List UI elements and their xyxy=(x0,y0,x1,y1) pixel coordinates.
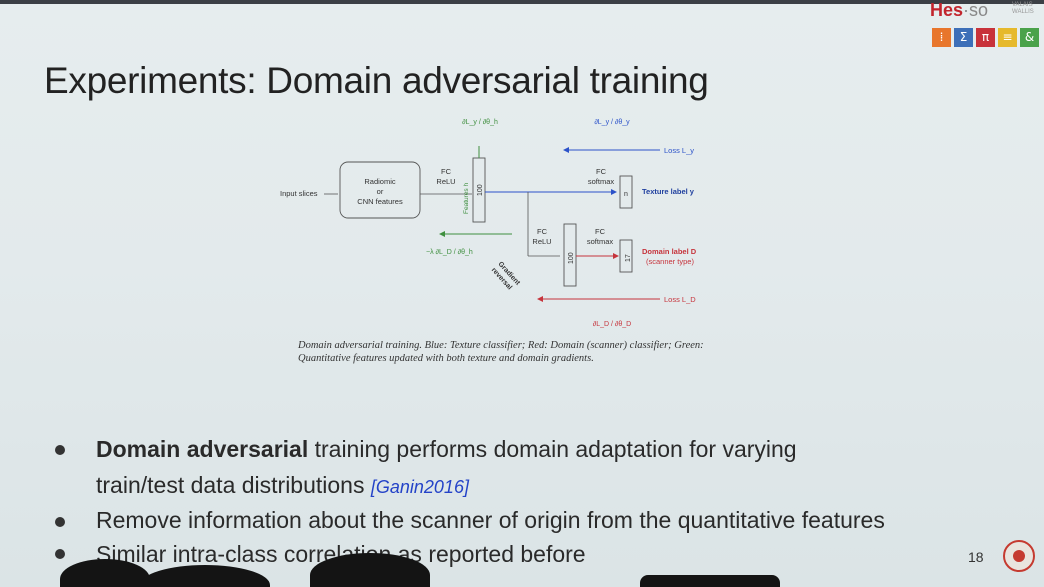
extractor-line1: Radiomic xyxy=(364,177,396,186)
input-slices-label: Input slices xyxy=(280,189,318,198)
slide-title: Experiments: Domain adversarial training xyxy=(44,60,709,101)
figure-caption: Domain adversarial training. Blue: Textu… xyxy=(298,340,704,364)
theta-h-gradient: ∂L_y / ∂θ_h xyxy=(462,119,498,126)
domain-label-line1: Domain label D xyxy=(642,247,697,256)
bullet-1-rest: training performs domain adaptation for … xyxy=(308,436,797,462)
hes-so-logo: Hes·so xyxy=(930,0,988,21)
fc2-line1: FC xyxy=(537,227,548,236)
logo-sub-line2: WALLIS xyxy=(1012,9,1034,15)
bullet-1-bold: Domain adversarial xyxy=(96,436,309,462)
fc-texture-line1: FC xyxy=(596,167,607,176)
logo-square-5: & xyxy=(1020,28,1039,47)
slide: Hes·so VALAIS WALLIS ⁞ Σ π ≡ & Experimen… xyxy=(0,0,1044,587)
bullet-1-line2-text: train/test data distributions xyxy=(96,472,371,498)
audience-head-3 xyxy=(310,553,430,587)
domain-adversarial-diagram: Input slices Radiomic or CNN features FC… xyxy=(280,119,697,328)
neg-lambda-gradient: −λ ∂L_D / ∂θ_h xyxy=(426,249,473,256)
audience-glasses xyxy=(640,575,780,587)
logo-square-4: ≡ xyxy=(998,28,1017,47)
loss-y-label: Loss L_y xyxy=(664,146,694,155)
bullet-dot-1 xyxy=(55,445,65,455)
fc-texture-line2: softmax xyxy=(588,177,615,186)
audience-head-2 xyxy=(140,565,270,587)
theta-d-gradient: ∂L_D / ∂θ_D xyxy=(593,321,631,328)
bullet-2: Remove information about the scanner of … xyxy=(96,507,885,533)
extractor-line2: or xyxy=(377,187,384,196)
domain-size: 17 xyxy=(625,254,632,262)
fc2-line2: ReLU xyxy=(532,237,551,246)
logo-square-3: π xyxy=(976,28,995,47)
logo-sub-line1: VALAIS xyxy=(1012,2,1033,8)
fc1-line1: FC xyxy=(441,167,452,176)
bullet-dot-2 xyxy=(55,517,65,527)
loss-d-label: Loss L_D xyxy=(664,295,696,304)
fc1-line2: ReLU xyxy=(436,177,455,186)
logo-color-squares: ⁞ Σ π ≡ & xyxy=(932,28,1042,48)
bullet-1-line1: Domain adversarial training performs dom… xyxy=(96,436,797,463)
logo-subtitle: VALAIS WALLIS xyxy=(1012,2,1034,16)
logo-brand: Hes xyxy=(930,0,964,20)
features-size: 100 xyxy=(477,184,484,196)
fc-domain-line1: FC xyxy=(595,227,606,236)
domain-hidden-size: 100 xyxy=(568,252,575,264)
citation-ganin2016[interactable]: [Ganin2016] xyxy=(371,477,469,497)
screen-top-edge xyxy=(0,0,1044,4)
logo-so: ·so xyxy=(963,0,989,20)
audience-heads-foreground xyxy=(0,547,1044,587)
texture-label: Texture label y xyxy=(642,187,695,196)
features-h-label: Features h xyxy=(463,183,470,214)
texture-size: n xyxy=(624,191,628,198)
logo-square-1: ⁞ xyxy=(932,28,951,47)
logo-square-2: Σ xyxy=(954,28,973,47)
domain-label-line2: (scanner type) xyxy=(646,257,694,266)
theta-y-gradient: ∂L_y / ∂θ_y xyxy=(594,119,630,126)
fc-domain-line2: softmax xyxy=(587,237,614,246)
bullet-1-line2: train/test data distributions [Ganin2016… xyxy=(96,472,469,499)
extractor-line3: CNN features xyxy=(357,197,403,206)
audience-head-1 xyxy=(60,559,150,587)
